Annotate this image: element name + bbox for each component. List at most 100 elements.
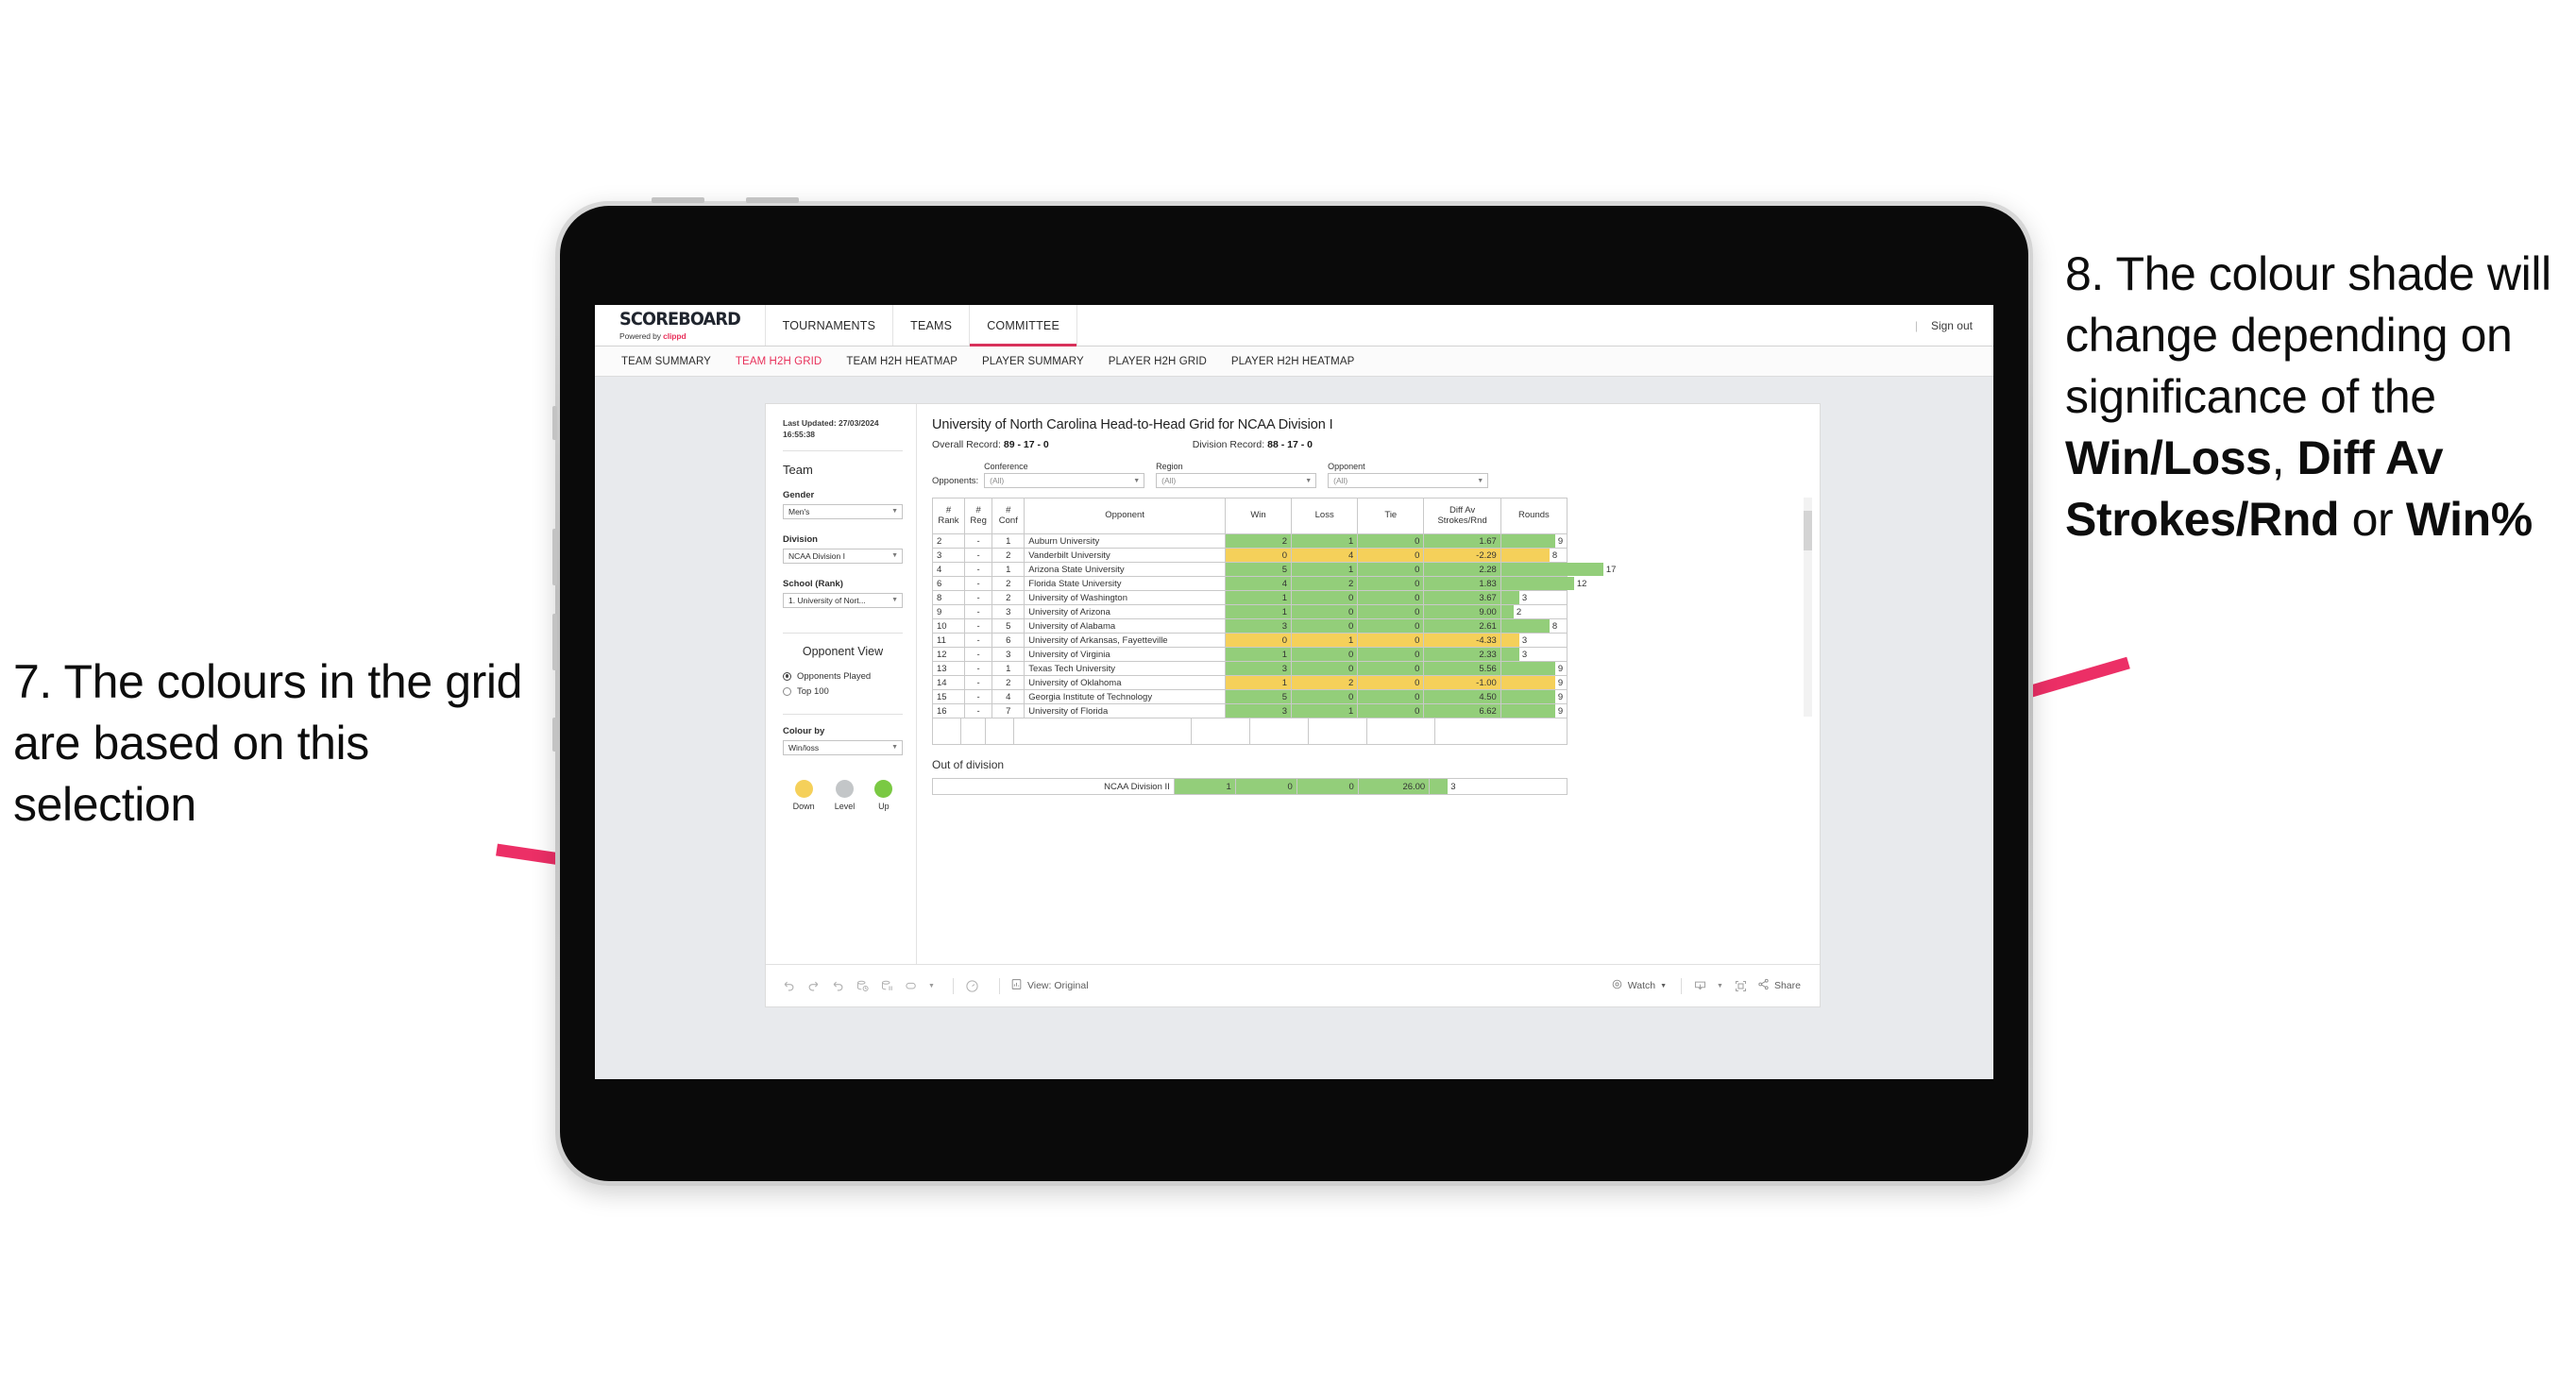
school-select[interactable]: 1. University of Nort... ▼ [783,592,903,608]
filter-opponent-select[interactable]: (All) ▼ [1328,473,1489,488]
nav-item-tournaments[interactable]: TOURNAMENTS [766,305,894,346]
col-rank-line1: # [945,504,952,516]
filter-region-value: (All) [1161,476,1177,485]
col-reg-line1: # [975,504,981,516]
school-value: 1. University of Nort... [788,595,866,605]
rounds-value: 8 [1551,549,1558,561]
colour-by-select[interactable]: Win/loss ▼ [783,739,903,755]
table-row[interactable]: 3-2 Vanderbilt University 0 4 0 -2.29 8 [932,548,1568,563]
radio-opponents-played[interactable]: Opponents Played [783,671,903,682]
cell-tie: 0 [1357,548,1425,563]
cell-rank: 4 [932,562,965,577]
table-row[interactable]: 16-7 University of Florida 3 1 0 6.62 9 [932,703,1568,718]
col-win: Win [1224,498,1293,534]
cell-tie: 0 [1357,562,1425,577]
table-row[interactable]: 4-1 Arizona State University 5 1 0 2.28 17 [932,562,1616,577]
table-row[interactable]: 8-2 University of Washington 1 0 0 3.67 3 [932,590,1568,605]
colour-by-value: Win/loss [788,742,820,752]
cell-conf: 1 [991,562,1025,577]
tab-team-h2h-grid[interactable]: TEAM H2H GRID [736,356,822,367]
cell-win: 2 [1224,533,1293,549]
col-reg: # Reg [963,498,993,534]
refresh-data-icon[interactable] [855,978,871,994]
table-row[interactable]: 2-1 Auburn University 2 1 0 1.67 9 [932,533,1568,549]
cell-win: 3 [1224,661,1293,676]
col-diff-line2: Strokes/Rnd [1437,515,1487,526]
table-row[interactable]: 11-6 University of Arkansas, Fayetteville… [932,633,1568,648]
table-row[interactable]: 13-1 Texas Tech University 3 0 0 5.56 9 [932,661,1568,676]
col-rank-line2: Rank [938,515,959,526]
cell-diff: 2.61 [1423,618,1501,634]
highlight-chevron-down-icon[interactable]: ▼ [928,983,935,989]
table-row[interactable]: 9-3 University of Arizona 1 0 0 9.00 2 [932,604,1568,619]
division-value: NCAA Division I [788,550,845,561]
cell-tie: 0 [1357,590,1425,605]
cell-loss: 0 [1291,689,1359,704]
table-header-row: # Rank # Reg # Conf Opponent Win Loss Tie D… [932,498,1568,534]
col-conf: # Conf [991,498,1025,534]
undo-icon[interactable] [781,978,797,994]
tab-team-h2h-heatmap[interactable]: TEAM H2H HEATMAP [846,356,958,367]
download-chevron-down-icon[interactable]: ▼ [1717,983,1723,989]
chevron-down-icon: ▼ [1477,477,1484,484]
table-head: # Rank # Reg # Conf Opponent Win Loss Tie D… [932,498,1568,534]
watch-button[interactable]: Watch ▼ [1611,978,1667,993]
view-original-button[interactable]: View: Original [1010,978,1089,993]
nav-item-committee[interactable]: COMMITTEE [970,305,1077,346]
cell-conf: 2 [991,590,1025,605]
watch-chevron-down-icon: ▼ [1660,982,1668,989]
revert-icon[interactable] [830,978,846,994]
cell-rank: 9 [932,604,965,619]
out-of-division-row[interactable]: NCAA Division II 1 0 0 26.00 3 [932,778,1568,795]
tab-player-summary[interactable]: PLAYER SUMMARY [982,356,1084,367]
cell-win: 3 [1224,703,1293,718]
share-button[interactable]: Share [1757,978,1801,993]
filter-conference-select[interactable]: (All) ▼ [984,473,1145,488]
radio-top-100[interactable]: Top 100 [783,686,903,697]
col-diff-av-strokes: Diff Av Strokes/Rnd [1423,498,1501,534]
table-vertical-scrollbar[interactable] [1804,498,1812,717]
brand-subtitle: Powered by clippd [619,331,750,341]
fullscreen-icon[interactable] [1733,978,1749,994]
cell-rank: 2 [932,533,965,549]
cell-conf: 2 [991,576,1025,591]
pause-data-icon[interactable] [879,978,895,994]
highlight-icon[interactable] [904,978,920,994]
tab-team-summary[interactable]: TEAM SUMMARY [621,356,711,367]
cell-opponent: University of Alabama [1024,618,1226,634]
tab-player-h2h-grid[interactable]: PLAYER H2H GRID [1109,356,1207,367]
cell-loss: 2 [1291,675,1359,690]
scrollbar-thumb[interactable] [1804,511,1812,550]
cell-diff: 2.33 [1423,647,1501,662]
signout-link[interactable]: Sign out [1931,319,1973,332]
table-row[interactable]: 6-2 Florida State University 4 2 0 1.83 12 [932,576,1586,591]
brand-logo[interactable]: SCOREBOARD Powered by clippd [595,305,766,346]
cell-rounds: 8 [1500,618,1568,634]
redo-icon[interactable] [805,978,822,994]
chevron-down-icon: ▼ [891,508,898,516]
tab-player-h2h-heatmap[interactable]: PLAYER H2H HEATMAP [1231,356,1354,367]
nav-item-teams[interactable]: TEAMS [893,305,971,346]
gender-select[interactable]: Men's ▼ [783,503,903,519]
h2h-table-wrapper: # Rank # Reg # Conf Opponent Win Loss Tie D… [932,498,1812,745]
cell-conf: 5 [991,618,1025,634]
cell-reg: - [963,633,993,648]
table-row[interactable]: 14-2 University of Oklahoma 1 2 0 -1.00 9 [932,675,1568,690]
table-row[interactable]: 12-3 University of Virginia 1 0 0 2.33 3 [932,647,1568,662]
table-row[interactable]: 10-5 University of Alabama 3 0 0 2.61 8 [932,618,1568,634]
cell-opponent: Auburn University [1024,533,1226,549]
rounds-value: 9 [1557,663,1564,674]
download-icon[interactable] [1692,978,1708,994]
device-preview-icon[interactable] [964,978,980,994]
cell-diff: 4.50 [1423,689,1501,704]
filter-region-select[interactable]: (All) ▼ [1156,473,1317,488]
filter-opponent-label: Opponent [1328,462,1365,471]
cell-diff: 3.67 [1423,590,1501,605]
cell-win: 0 [1224,548,1293,563]
cell-rounds: 9 [1500,675,1568,690]
ood-diff: 26.00 [1357,778,1431,795]
division-select[interactable]: NCAA Division I ▼ [783,548,903,564]
ood-tie: 0 [1296,778,1359,795]
table-row[interactable]: 15-4 Georgia Institute of Technology 5 0 0 4.… [932,689,1568,704]
cell-diff: 1.83 [1423,576,1501,591]
